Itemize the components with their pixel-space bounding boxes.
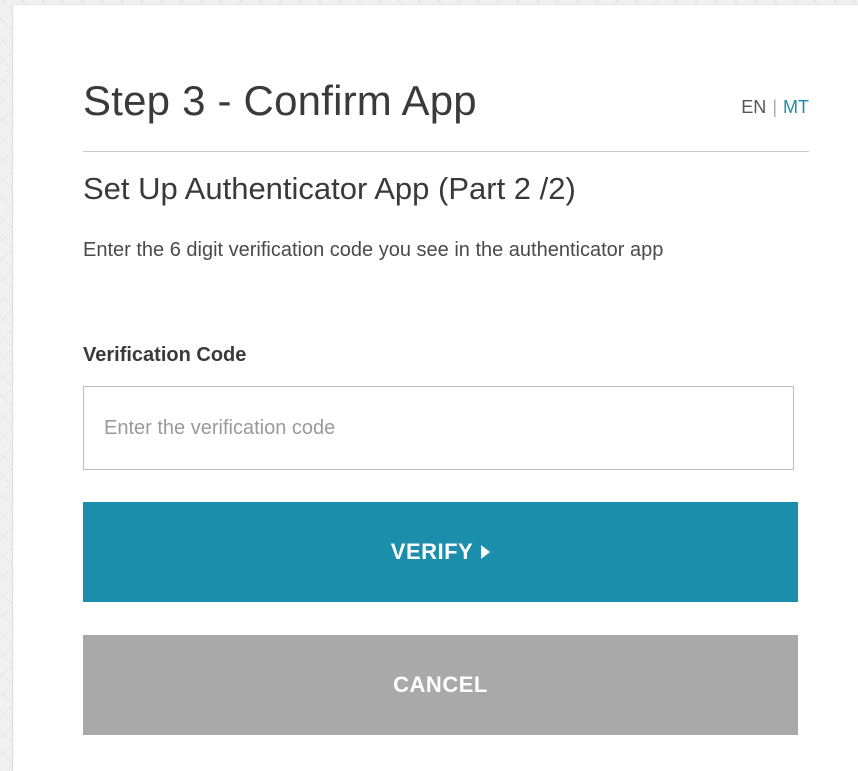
language-separator: |: [772, 97, 777, 117]
language-switcher: EN | MT: [741, 97, 809, 118]
instructions-text: Enter the 6 digit verification code you …: [83, 239, 664, 261]
cancel-button[interactable]: CANCEL: [83, 635, 798, 735]
verification-code-input[interactable]: [83, 386, 794, 470]
language-option-mt[interactable]: MT: [783, 97, 809, 117]
verification-code-label: Verification Code: [83, 344, 247, 366]
page-title: Step 3 - Confirm App: [83, 77, 477, 124]
confirm-app-card: Step 3 - Confirm App EN | MT Set Up Authen…: [12, 4, 858, 771]
verify-button[interactable]: VERIFY: [83, 502, 798, 602]
caret-right-icon: [481, 545, 491, 559]
verify-button-label: VERIFY: [390, 539, 474, 564]
section-title: Set Up Authenticator App (Part 2 /2): [83, 171, 576, 206]
card-header: Step 3 - Confirm App EN | MT: [83, 73, 809, 152]
cancel-button-label: CANCEL: [393, 672, 488, 697]
language-option-en[interactable]: EN: [741, 97, 766, 117]
